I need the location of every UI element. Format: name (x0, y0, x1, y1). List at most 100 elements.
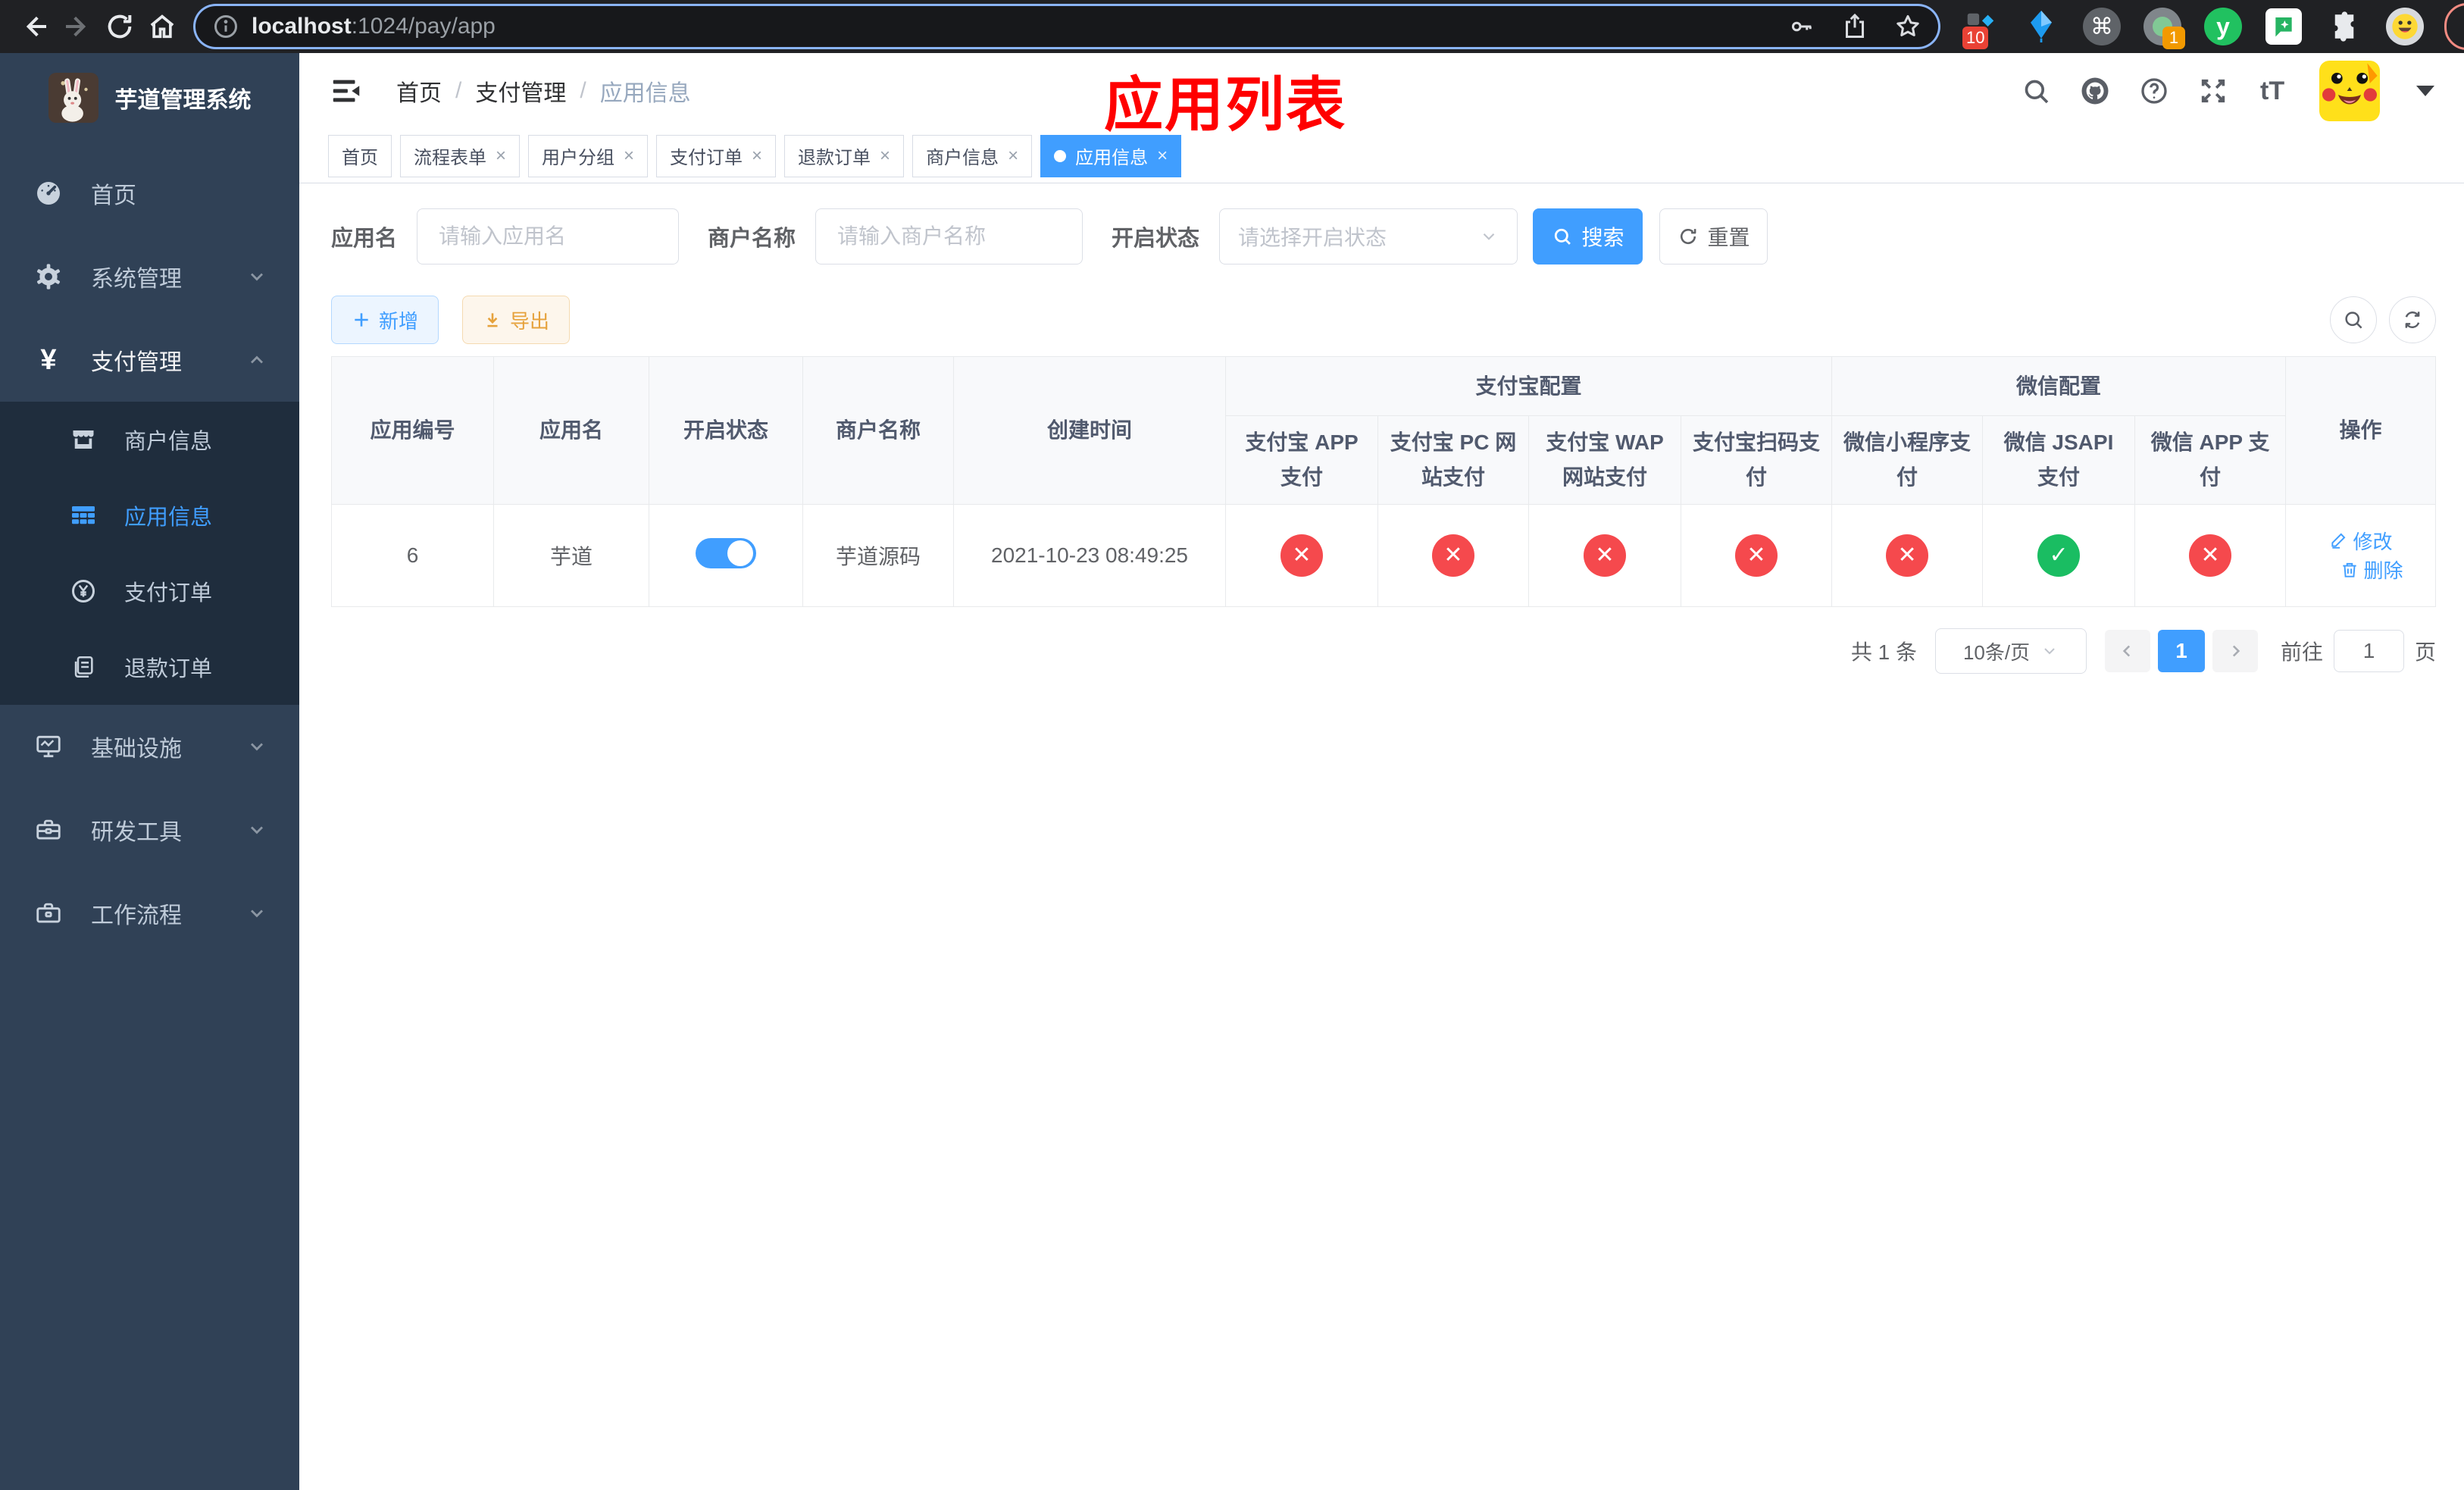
sidebar-item-dev-tools[interactable]: 研发工具 (0, 788, 299, 872)
browser-update-button[interactable]: 更新 (2444, 3, 2464, 50)
bookmark-star-icon[interactable] (1894, 13, 1921, 40)
header-search-button[interactable] (2019, 74, 2053, 108)
breadcrumb-payment[interactable]: 支付管理 (475, 74, 566, 108)
font-size-button[interactable]: tT (2256, 74, 2289, 108)
github-link-button[interactable] (2078, 74, 2112, 108)
sidebar-item-refund-orders[interactable]: 退款订单 (0, 629, 299, 705)
share-icon[interactable] (1841, 13, 1868, 40)
add-button[interactable]: 新增 (331, 296, 439, 344)
extension-tiles-icon[interactable]: 10 (1961, 7, 2000, 49)
user-avatar[interactable] (2319, 61, 2381, 121)
browser-home-button[interactable] (141, 5, 183, 48)
group-header-wechat: 微信配置 (1831, 356, 2287, 416)
app-name-label: 应用名 (331, 227, 398, 251)
filter-status: 开启状态 请选择开启状态 (1112, 208, 1518, 265)
extension-kite-icon[interactable] (2022, 7, 2061, 46)
breadcrumb: 首页 / 支付管理 / 应用信息 (396, 74, 691, 108)
site-info-icon[interactable] (212, 13, 239, 40)
refresh-icon (2405, 311, 2420, 329)
top-navbar: 首页 / 支付管理 / 应用信息 应用列表 tT (299, 53, 2464, 138)
status-icon: ✕ (2189, 534, 2232, 577)
help-button[interactable] (2137, 74, 2171, 108)
search-button[interactable]: 搜索 (1533, 208, 1643, 265)
sidebar-item-pay-orders[interactable]: 支付订单 (0, 553, 299, 629)
col-header-alipay-app: 支付宝 APP 支付 (1225, 415, 1378, 505)
password-key-icon[interactable] (1788, 13, 1815, 40)
grid-icon (67, 502, 100, 529)
sidebar-item-payment[interactable]: ¥ 支付管理 (0, 318, 299, 402)
browser-toolbar: localhost:1024/pay/app 10 ⌘ 1 y (0, 0, 2464, 53)
close-icon[interactable]: × (624, 146, 634, 167)
total-count: 共 1 条 (1850, 640, 1918, 664)
page-annotation-title: 应用列表 (1104, 71, 1347, 138)
sidebar-item-workflow[interactable]: 工作流程 (0, 872, 299, 955)
close-icon[interactable]: × (880, 146, 890, 167)
sidebar-item-label: 支付管理 (91, 350, 182, 375)
goto-page-input[interactable] (2334, 630, 2405, 672)
close-icon[interactable]: × (496, 146, 506, 167)
merchant-name-label: 商户名称 (708, 227, 796, 251)
close-icon[interactable]: × (1157, 146, 1168, 167)
delete-link[interactable]: 删除 (2340, 556, 2403, 584)
next-page-button[interactable] (2212, 630, 2259, 672)
tab-process-form[interactable]: 流程表单 × (400, 134, 521, 177)
close-icon[interactable]: × (1008, 146, 1018, 167)
refresh-icon (1680, 228, 1696, 245)
gear-icon (32, 261, 65, 292)
documents-icon (67, 654, 100, 680)
status-select[interactable]: 请选择开启状态 (1219, 208, 1518, 265)
sidebar-item-label: 研发工具 (91, 820, 182, 845)
sidebar-item-system[interactable]: 系统管理 (0, 235, 299, 318)
chevron-down-icon (2044, 648, 2055, 655)
app-title: 芋道管理系统 (114, 88, 252, 113)
extension-command-icon[interactable]: ⌘ (2082, 7, 2122, 46)
merchant-name-input[interactable] (815, 208, 1083, 265)
sidebar-item-home[interactable]: 首页 (0, 152, 299, 235)
extension-emoji-icon[interactable] (2385, 7, 2425, 46)
sidebar-item-infra[interactable]: 基础设施 (0, 705, 299, 788)
sidebar-item-merchant-info[interactable]: 商户信息 (0, 402, 299, 477)
extension-status-dot-icon[interactable]: 1 (2143, 7, 2185, 49)
browser-back-button[interactable] (14, 5, 56, 48)
reset-button[interactable]: 重置 (1659, 208, 1768, 265)
browser-forward-button[interactable] (56, 5, 98, 48)
dashboard-icon (32, 178, 65, 208)
extensions-puzzle-icon[interactable] (2325, 7, 2364, 46)
tab-refund-orders[interactable]: 退款订单 × (784, 134, 905, 177)
toggle-search-button[interactable] (2330, 296, 2378, 343)
close-icon[interactable]: × (752, 146, 762, 167)
search-icon (2345, 311, 2362, 329)
tab-user-group[interactable]: 用户分组 × (528, 134, 649, 177)
browser-reload-button[interactable] (98, 5, 141, 48)
app-name-input[interactable] (417, 208, 680, 265)
extension-chat-icon[interactable] (2264, 7, 2303, 46)
sidebar: 芋道管理系统 首页 系统管理 ¥ 支付管理 商户信息 应用信息 支付订单 退款订… (0, 53, 299, 1490)
enabled-toggle[interactable] (696, 537, 756, 568)
sidebar-collapse-button[interactable] (322, 67, 371, 115)
export-button[interactable]: 导出 (462, 296, 571, 344)
home-icon (150, 14, 174, 39)
url-bar[interactable]: localhost:1024/pay/app (195, 6, 1938, 47)
app-logo-row[interactable]: 芋道管理系统 (0, 53, 299, 138)
status-icon: ✕ (1584, 534, 1626, 577)
extensions-area: 10 ⌘ 1 y (1961, 7, 2425, 49)
payment-submenu: 商户信息 应用信息 支付订单 退款订单 (0, 402, 299, 705)
tab-pay-orders[interactable]: 支付订单 × (656, 134, 777, 177)
fullscreen-button[interactable] (2197, 74, 2230, 108)
refresh-table-button[interactable] (2389, 296, 2437, 343)
search-icon (2025, 80, 2049, 104)
prev-page-button[interactable] (2105, 630, 2151, 672)
edit-link[interactable]: 修改 (2329, 527, 2393, 555)
avatar-dropdown-caret-icon[interactable] (2416, 86, 2435, 96)
tab-merchant-info[interactable]: 商户信息 × (912, 134, 1033, 177)
extension-y-icon[interactable]: y (2203, 7, 2243, 46)
page-size-select[interactable]: 10条/页 (1935, 628, 2087, 674)
chevron-down-icon (246, 266, 267, 287)
tab-home[interactable]: 首页 (328, 134, 392, 177)
sidebar-item-app-info[interactable]: 应用信息 (0, 477, 299, 553)
page-number-1[interactable]: 1 (2158, 630, 2206, 672)
breadcrumb-home[interactable]: 首页 (396, 74, 442, 108)
col-header-created: 创建时间 (953, 356, 1226, 505)
col-header-app-id: 应用编号 (331, 356, 494, 505)
filter-form: 应用名 商户名称 开启状态 请选择开启状态 (331, 208, 2436, 265)
